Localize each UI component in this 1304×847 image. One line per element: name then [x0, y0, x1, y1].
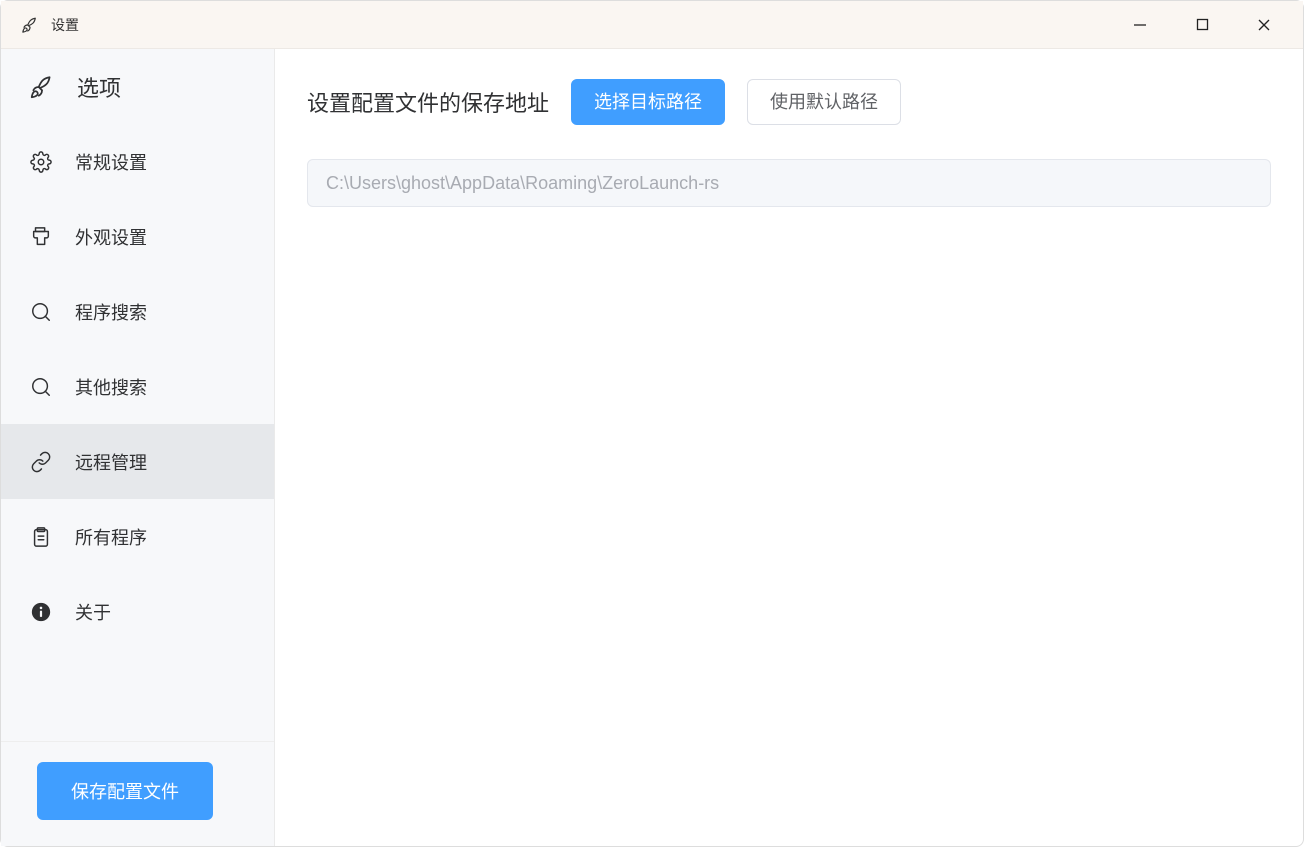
sidebar-item-label: 外观设置	[75, 224, 147, 250]
titlebar: 设置	[1, 1, 1303, 49]
sidebar-item-remote[interactable]: 远程管理	[1, 424, 274, 499]
rocket-icon	[21, 16, 39, 34]
rocket-icon	[29, 74, 55, 100]
link-icon	[29, 450, 53, 474]
config-path-input	[307, 159, 1271, 207]
sidebar-item-appearance[interactable]: 外观设置	[1, 199, 274, 274]
sidebar-item-label: 所有程序	[75, 524, 147, 550]
window-title: 设置	[51, 15, 79, 35]
content-area: 选项 常规设置 外观设置	[1, 49, 1303, 846]
info-icon	[29, 600, 53, 624]
search-icon	[29, 375, 53, 399]
sidebar-item-options[interactable]: 选项	[1, 49, 274, 124]
config-path-row: 设置配置文件的保存地址 选择目标路径 使用默认路径	[307, 79, 1271, 125]
sidebar-item-label: 常规设置	[75, 149, 147, 175]
sidebar-item-label: 程序搜索	[75, 299, 147, 325]
clipboard-icon	[29, 525, 53, 549]
minimize-button[interactable]	[1109, 1, 1171, 49]
window-controls	[1109, 1, 1295, 49]
sidebar-item-label: 关于	[75, 599, 111, 625]
sidebar-item-label: 其他搜索	[75, 374, 147, 400]
sidebar: 选项 常规设置 外观设置	[1, 49, 275, 846]
sidebar-item-program-search[interactable]: 程序搜索	[1, 274, 274, 349]
appearance-icon	[29, 225, 53, 249]
main-panel: 设置配置文件的保存地址 选择目标路径 使用默认路径	[275, 49, 1303, 846]
sidebar-item-all-programs[interactable]: 所有程序	[1, 499, 274, 574]
save-config-button[interactable]: 保存配置文件	[37, 762, 213, 820]
search-icon	[29, 300, 53, 324]
gear-icon	[29, 150, 53, 174]
sidebar-footer: 保存配置文件	[1, 741, 274, 846]
select-path-button[interactable]: 选择目标路径	[571, 79, 725, 125]
sidebar-item-general[interactable]: 常规设置	[1, 124, 274, 199]
sidebar-item-other-search[interactable]: 其他搜索	[1, 349, 274, 424]
sidebar-item-label: 远程管理	[75, 449, 147, 475]
section-title: 设置配置文件的保存地址	[307, 86, 549, 118]
default-path-button[interactable]: 使用默认路径	[747, 79, 901, 125]
titlebar-left: 设置	[21, 15, 1109, 35]
sidebar-item-about[interactable]: 关于	[1, 574, 274, 649]
maximize-button[interactable]	[1171, 1, 1233, 49]
sidebar-item-label: 选项	[77, 71, 121, 103]
nav-list: 选项 常规设置 外观设置	[1, 49, 274, 741]
close-button[interactable]	[1233, 1, 1295, 49]
